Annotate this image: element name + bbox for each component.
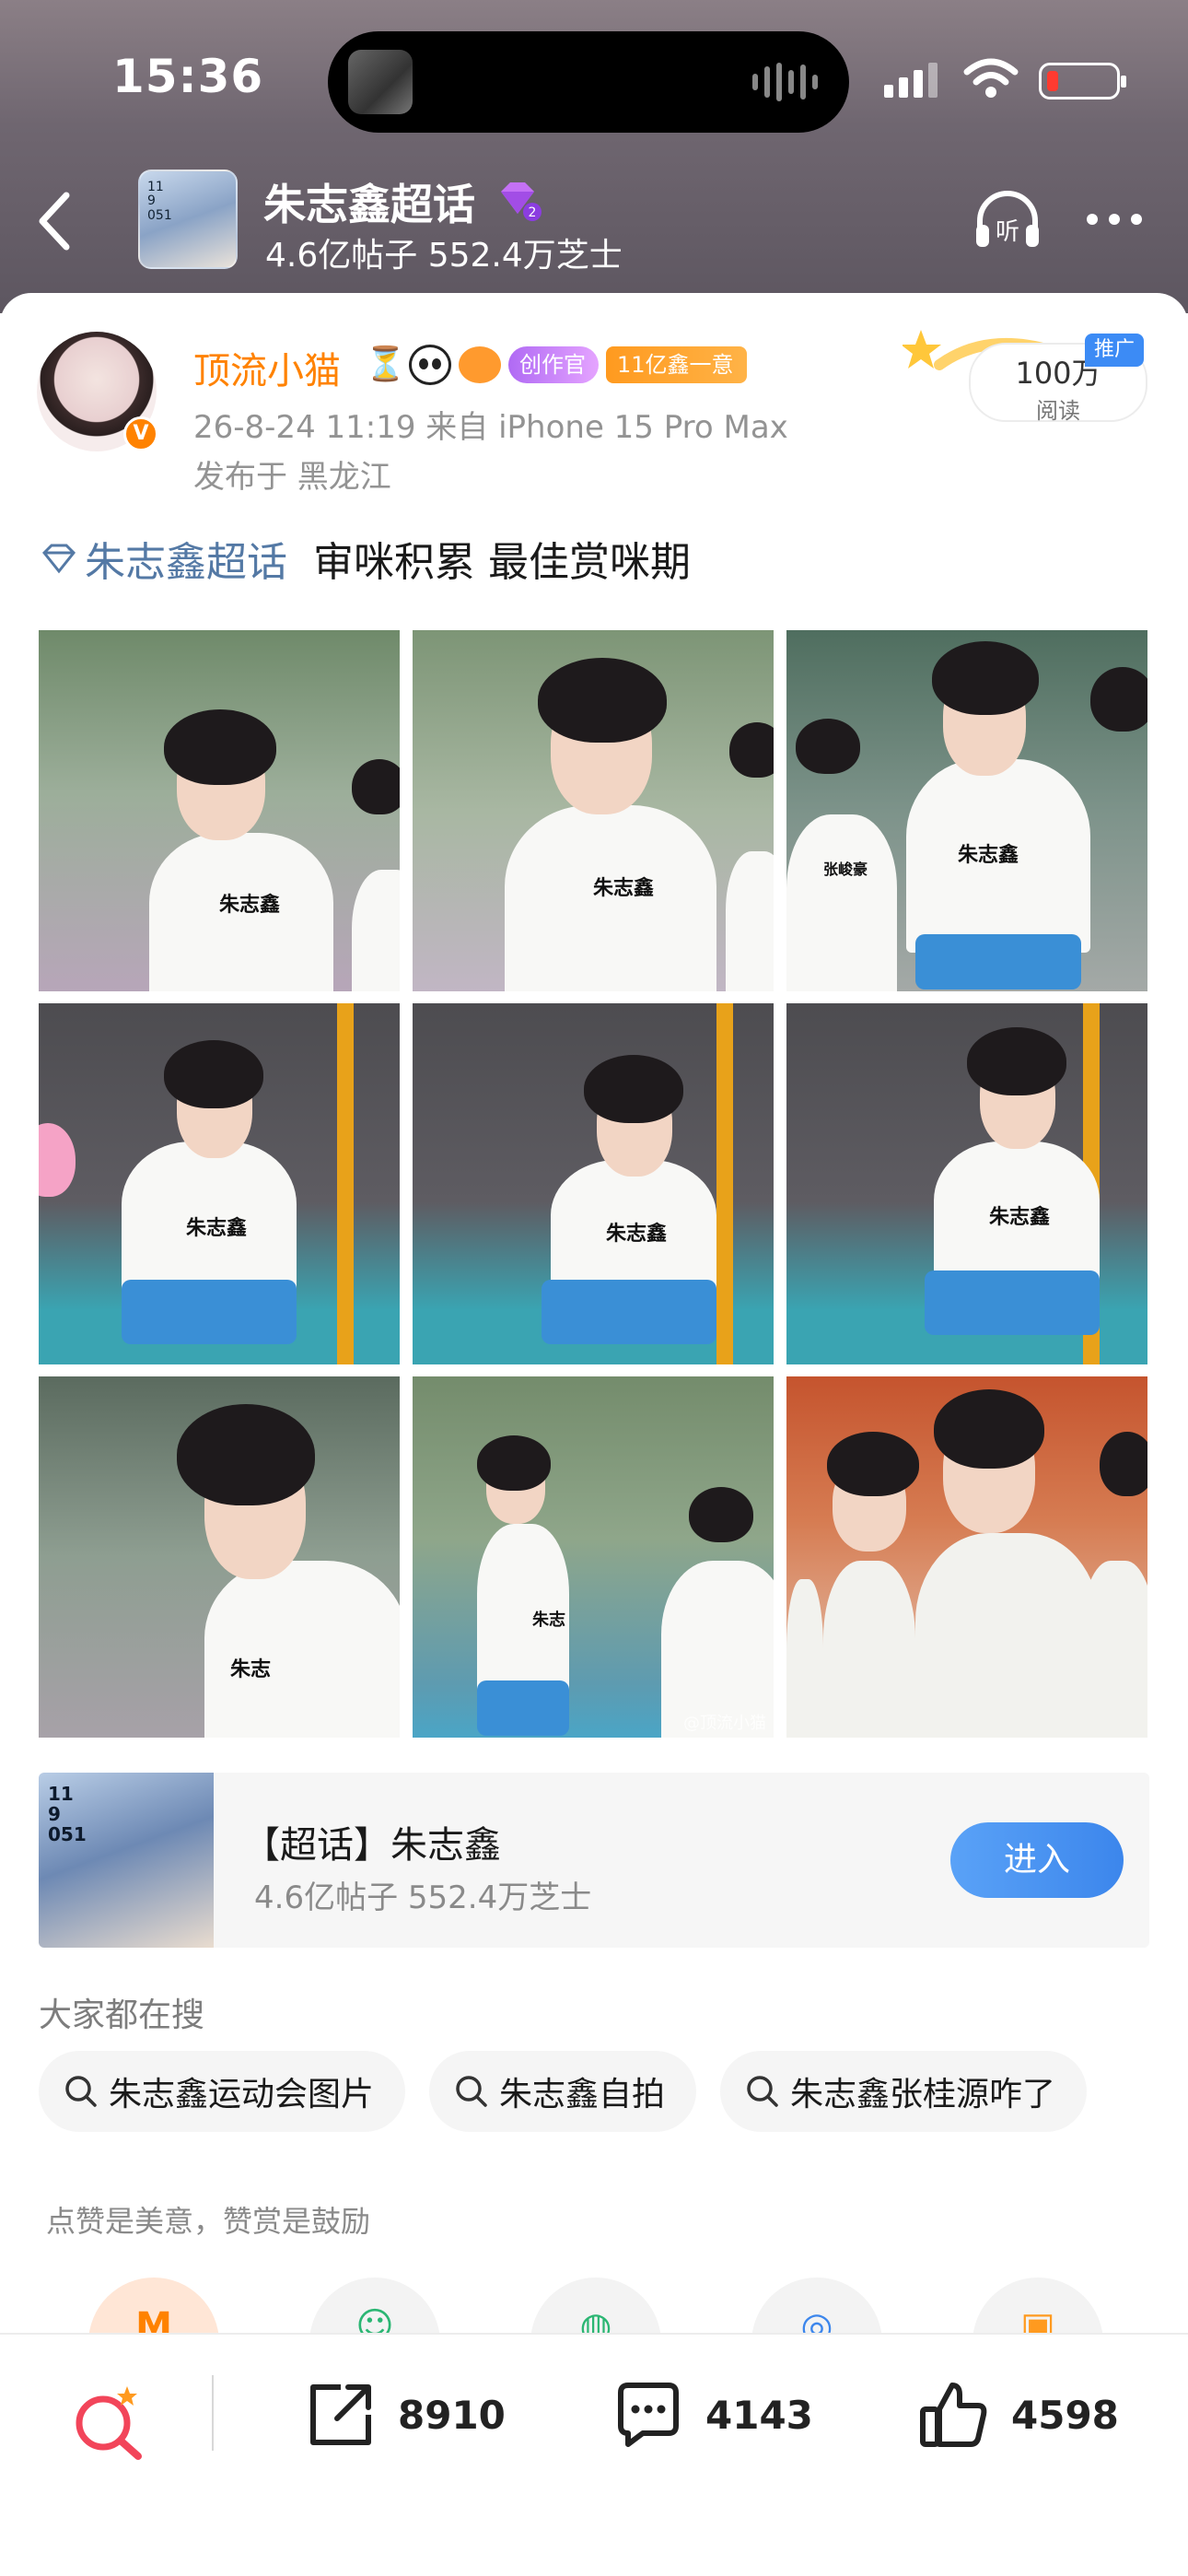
- super-topic-stats: 4.6亿帖子 552.4万芝士: [254, 1879, 592, 1916]
- comment-icon: [618, 2383, 679, 2447]
- trending-chip[interactable]: 朱志鑫张桂源咋了: [720, 2051, 1088, 2132]
- trending-chip-label: 朱志鑫运动会图片: [109, 2076, 375, 2113]
- search-icon: [747, 2076, 778, 2107]
- super-topic-title: 【超话】朱志鑫: [243, 1824, 501, 1867]
- dynamic-island[interactable]: [328, 31, 849, 133]
- photo-6[interactable]: 朱志鑫: [786, 1003, 1147, 1364]
- read-label: 阅读: [1036, 398, 1080, 424]
- topic-avatar[interactable]: 11 9 051: [138, 170, 238, 269]
- search-icon: [456, 2076, 487, 2107]
- battery-level: [1047, 71, 1058, 91]
- fish-icon: [459, 346, 501, 383]
- photo-4[interactable]: 朱志鑫: [39, 1003, 400, 1364]
- reward-title: 点赞是美意，赞赏是鼓励: [46, 2204, 371, 2239]
- thumbs-up-icon: [920, 2383, 987, 2447]
- status-time: 15:36: [112, 50, 264, 103]
- trending-chips: 朱志鑫运动会图片 朱志鑫自拍 朱志鑫张桂源咋了: [39, 2051, 1088, 2132]
- post-text: 朱志鑫超话 审咪积累 最佳赏咪期: [41, 529, 691, 588]
- enter-button[interactable]: 进入: [950, 1822, 1124, 1898]
- share-icon: [310, 2384, 371, 2445]
- cellular-signal-icon: [884, 61, 938, 98]
- more-options-icon[interactable]: [1087, 214, 1142, 225]
- topic-avatar-text: 11 9 051: [147, 180, 172, 223]
- magnifier-search-icon[interactable]: [68, 2381, 151, 2464]
- topic-stats: 4.6亿帖子 552.4万芝士: [265, 237, 623, 275]
- comment-button[interactable]: 4143: [611, 2373, 813, 2456]
- trending-chip[interactable]: 朱志鑫运动会图片: [39, 2051, 406, 2132]
- super-topic-image: 11 9 051: [39, 1773, 214, 1948]
- panda-icon: [409, 345, 451, 385]
- like-button[interactable]: 4598: [917, 2373, 1119, 2456]
- now-playing-thumbnail: [348, 50, 413, 114]
- photo-5[interactable]: 朱志鑫: [413, 1003, 774, 1364]
- back-arrow-icon[interactable]: [26, 184, 81, 258]
- trending-chip-label: 朱志鑫张桂源咋了: [790, 2076, 1056, 2113]
- share-count: 8910: [398, 2392, 506, 2438]
- post-body: 审咪积累 最佳赏咪期: [313, 539, 691, 586]
- creator-badge[interactable]: 创作官: [508, 346, 599, 383]
- topic-title[interactable]: 朱志鑫超话: [263, 171, 475, 232]
- photo-2[interactable]: 朱志鑫: [413, 630, 774, 991]
- search-icon: [65, 2076, 97, 2107]
- author-badges: ⏳ 创作官 11亿鑫一意: [365, 343, 747, 387]
- trending-title: 大家都在搜: [39, 1996, 205, 2034]
- svg-text:2: 2: [529, 205, 537, 220]
- photo-grid: 朱志鑫 朱志鑫 朱志鑫 张峻豪 朱志鑫 朱志鑫 朱志鑫 朱志 朱志 @顶流小猫: [39, 630, 1147, 1738]
- photo-1[interactable]: 朱志鑫: [39, 630, 400, 991]
- battery-icon: [1039, 63, 1126, 100]
- super-topic-image-text: 11 9 051: [48, 1783, 87, 1845]
- bottom-action-bar: 8910 4143 4598: [0, 2333, 1188, 2576]
- promo-tag: 推广: [1085, 334, 1145, 367]
- fan-badge[interactable]: 11亿鑫一意: [606, 346, 747, 383]
- headphones-listen-icon[interactable]: 听: [971, 188, 1044, 252]
- trending-chip-label: 朱志鑫自拍: [499, 2076, 666, 2113]
- super-topic-card[interactable]: 11 9 051 【超话】朱志鑫 4.6亿帖子 552.4万芝士 进入: [39, 1773, 1149, 1948]
- comment-count: 4143: [705, 2392, 813, 2438]
- share-button[interactable]: 8910: [304, 2373, 506, 2456]
- verified-badge-icon: V: [123, 416, 158, 451]
- post-location: 发布于 黑龙江: [193, 459, 391, 496]
- photo-7[interactable]: 朱志: [39, 1376, 400, 1738]
- topic-diamond-icon: [41, 544, 76, 574]
- photo-8[interactable]: 朱志 @顶流小猫: [413, 1376, 774, 1738]
- svg-text:听: 听: [996, 218, 1019, 246]
- topic-link[interactable]: 朱志鑫超话: [85, 529, 287, 588]
- photo-watermark: @顶流小猫: [683, 1714, 766, 1733]
- audio-wave-icon: [752, 63, 818, 101]
- topic-level-gem-icon: 2: [501, 182, 542, 221]
- author-name[interactable]: 顶流小猫: [193, 341, 341, 394]
- post-meta: 26-8-24 11:19 来自 iPhone 15 Pro Max: [193, 409, 788, 446]
- photo-9[interactable]: [786, 1376, 1147, 1738]
- photo-3[interactable]: 朱志鑫 张峻豪: [786, 630, 1147, 991]
- like-count: 4598: [1011, 2392, 1119, 2438]
- trending-chip[interactable]: 朱志鑫自拍: [429, 2051, 697, 2132]
- bottom-divider: [212, 2375, 214, 2451]
- wifi-icon: [963, 58, 1019, 98]
- hourglass-icon: ⏳: [365, 345, 406, 383]
